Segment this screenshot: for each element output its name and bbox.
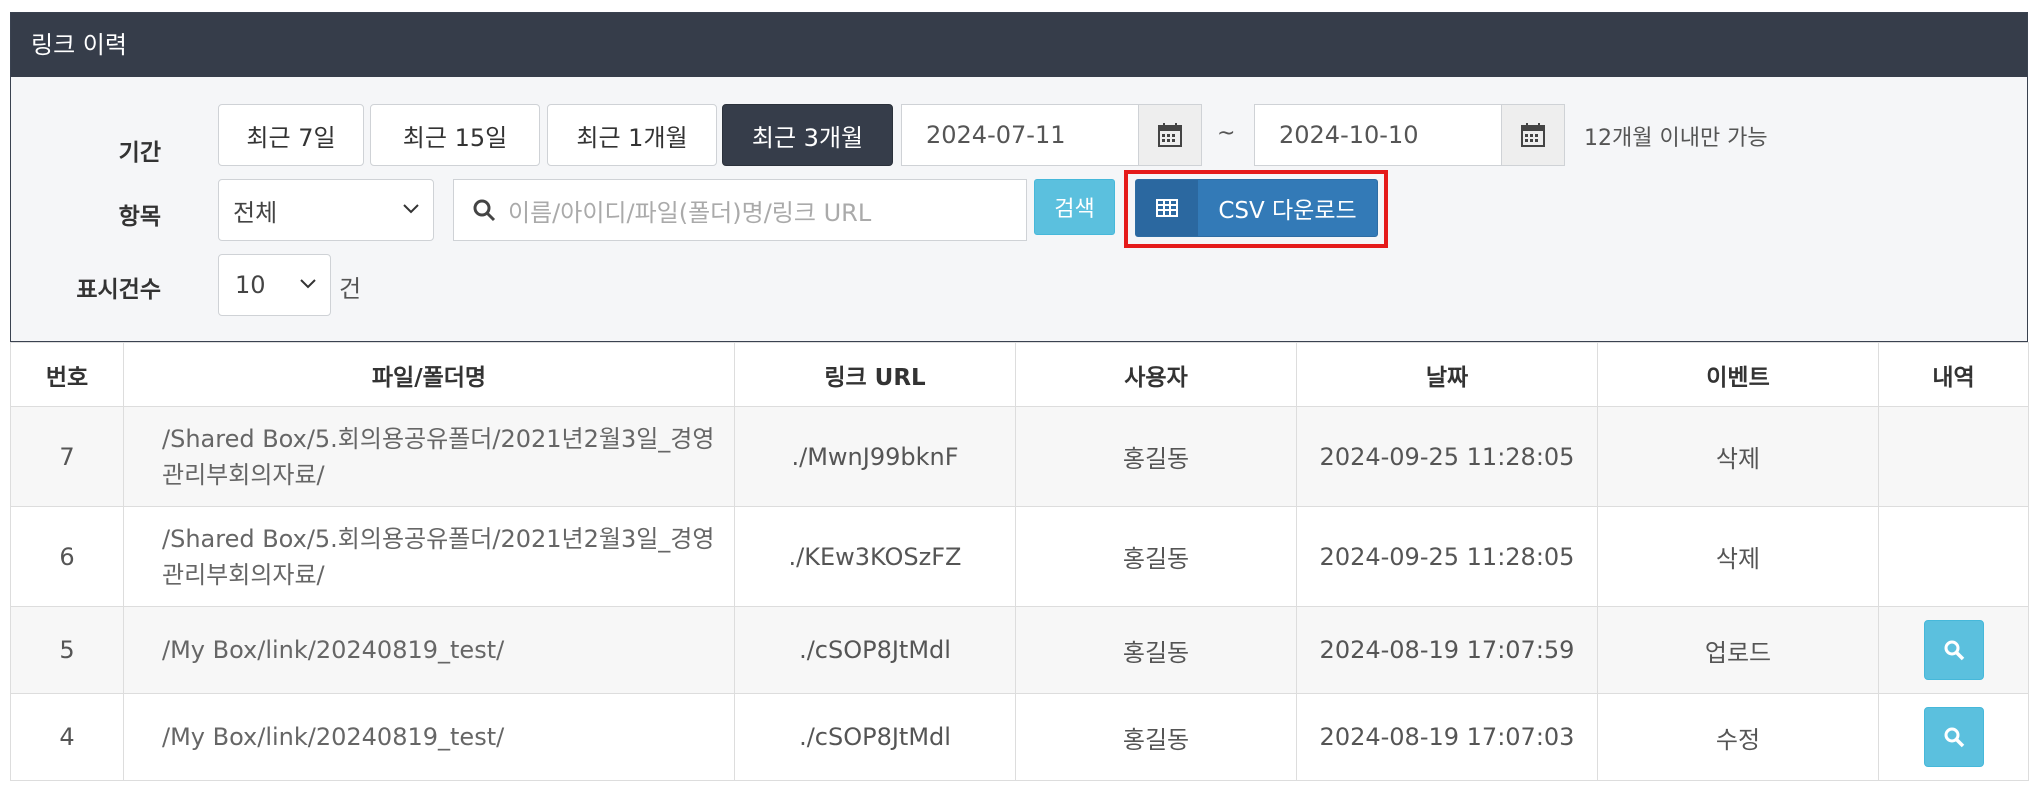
row-user: 홍길동 <box>1015 506 1297 607</box>
row-path-line2: 관리부회의자료/ <box>162 460 325 489</box>
row-path: /Shared Box/5.회의용공유폴더/2021년2월3일_경영관리부회의자… <box>123 506 735 607</box>
date-separator: ~ <box>1217 121 1236 146</box>
row-detail <box>1878 506 2029 607</box>
table-icon <box>1156 199 1178 217</box>
row-user: 홍길동 <box>1015 693 1297 781</box>
period-15d-button[interactable]: 최근 15일 <box>370 104 540 166</box>
date-from-input[interactable]: 2024-07-11 <box>901 104 1139 166</box>
row-user: 홍길동 <box>1015 406 1297 507</box>
row-user: 홍길동 <box>1015 606 1297 694</box>
col-header-user: 사용자 <box>1015 342 1297 407</box>
chevron-down-icon <box>403 204 419 214</box>
calendar-from-button[interactable] <box>1138 104 1202 166</box>
date-to-input[interactable]: 2024-10-10 <box>1254 104 1502 166</box>
col-header-path: 파일/폴더명 <box>123 342 735 407</box>
period-1m-button[interactable]: 최근 1개월 <box>547 104 717 166</box>
period-3m-button[interactable]: 최근 3개월 <box>722 104 893 166</box>
chevron-down-icon <box>300 279 316 289</box>
csv-download-label: CSV 다운로드 <box>1218 198 1357 224</box>
calendar-to-button[interactable] <box>1501 104 1565 166</box>
row-path: /My Box/link/20240819_test/ <box>123 606 735 694</box>
table-row: 4 /My Box/link/20240819_test/ ./cSOP8JtM… <box>10 693 2029 781</box>
table-row: 5 /My Box/link/20240819_test/ ./cSOP8JtM… <box>10 606 2029 694</box>
view-detail-button[interactable] <box>1923 620 1984 680</box>
calendar-icon <box>1158 123 1182 147</box>
row-path-line1: /Shared Box/5.회의용공유폴더/2021년2월3일_경영 <box>162 524 715 553</box>
row-path-line1: /Shared Box/5.회의용공유폴더/2021년2월3일_경영 <box>162 424 715 453</box>
magnifier-icon <box>1944 727 1964 748</box>
col-header-url: 링크 URL <box>734 342 1016 407</box>
count-select-value: 10 <box>235 271 266 299</box>
period-label: 기간 <box>118 140 161 166</box>
link-history-panel: 링크 이력 기간 최근 7일 최근 15일 최근 1개월 최근 3개월 2024… <box>10 12 2028 342</box>
table-row: 6 /Shared Box/5.회의용공유폴더/2021년2월3일_경영관리부회… <box>10 506 2029 607</box>
count-select[interactable]: 10 <box>218 254 331 316</box>
date-range-note: 12개월 이내만 가능 <box>1584 126 1768 151</box>
col-header-date: 날짜 <box>1296 342 1598 407</box>
search-input[interactable]: 이름/아이디/파일(폴더)명/링크 URL <box>453 179 1027 241</box>
row-date: 2024-09-25 11:28:05 <box>1296 406 1598 507</box>
panel-title: 링크 이력 <box>11 13 2027 77</box>
row-detail <box>1878 406 2029 507</box>
link-history-table: 번호 파일/폴더명 링크 URL 사용자 날짜 이벤트 내역 7 /Shared… <box>10 342 2029 781</box>
row-path: /Shared Box/5.회의용공유폴더/2021년2월3일_경영관리부회의자… <box>123 406 735 507</box>
table-icon-cell <box>1136 180 1198 236</box>
row-event: 삭제 <box>1597 406 1879 507</box>
item-label: 항목 <box>118 204 161 230</box>
row-event: 수정 <box>1597 693 1879 781</box>
csv-download-button[interactable]: CSV 다운로드 <box>1135 179 1378 237</box>
row-event: 업로드 <box>1597 606 1879 694</box>
count-label: 표시건수 <box>76 277 161 303</box>
row-date: 2024-09-25 11:28:05 <box>1296 506 1598 607</box>
row-date: 2024-08-19 17:07:59 <box>1296 606 1598 694</box>
search-placeholder: 이름/아이디/파일(폴더)명/링크 URL <box>508 198 872 227</box>
item-select[interactable]: 전체 <box>218 179 434 241</box>
row-detail <box>1878 606 2029 694</box>
item-select-value: 전체 <box>233 198 278 227</box>
col-header-event: 이벤트 <box>1597 342 1879 407</box>
col-header-no: 번호 <box>10 342 124 407</box>
calendar-icon <box>1521 123 1545 147</box>
col-header-detail: 내역 <box>1878 342 2029 407</box>
table-header-row: 번호 파일/폴더명 링크 URL 사용자 날짜 이벤트 내역 <box>10 342 2029 407</box>
row-url: ./MwnJ99bknF <box>734 406 1016 507</box>
view-detail-button[interactable] <box>1923 707 1984 767</box>
row-path: /My Box/link/20240819_test/ <box>123 693 735 781</box>
search-icon <box>473 199 496 222</box>
table-row: 7 /Shared Box/5.회의용공유폴더/2021년2월3일_경영관리부회… <box>10 406 2029 507</box>
row-no: 5 <box>10 606 124 694</box>
row-event: 삭제 <box>1597 506 1879 607</box>
row-no: 4 <box>10 693 124 781</box>
period-7d-button[interactable]: 최근 7일 <box>218 104 364 166</box>
search-button[interactable]: 검색 <box>1034 179 1115 235</box>
row-url: ./KEw3KOSzFZ <box>734 506 1016 607</box>
row-url: ./cSOP8JtMdl <box>734 693 1016 781</box>
row-path-line2: 관리부회의자료/ <box>162 560 325 589</box>
magnifier-icon <box>1944 640 1964 661</box>
row-no: 7 <box>10 406 124 507</box>
row-date: 2024-08-19 17:07:03 <box>1296 693 1598 781</box>
row-detail <box>1878 693 2029 781</box>
row-url: ./cSOP8JtMdl <box>734 606 1016 694</box>
count-unit: 건 <box>339 275 362 303</box>
row-no: 6 <box>10 506 124 607</box>
